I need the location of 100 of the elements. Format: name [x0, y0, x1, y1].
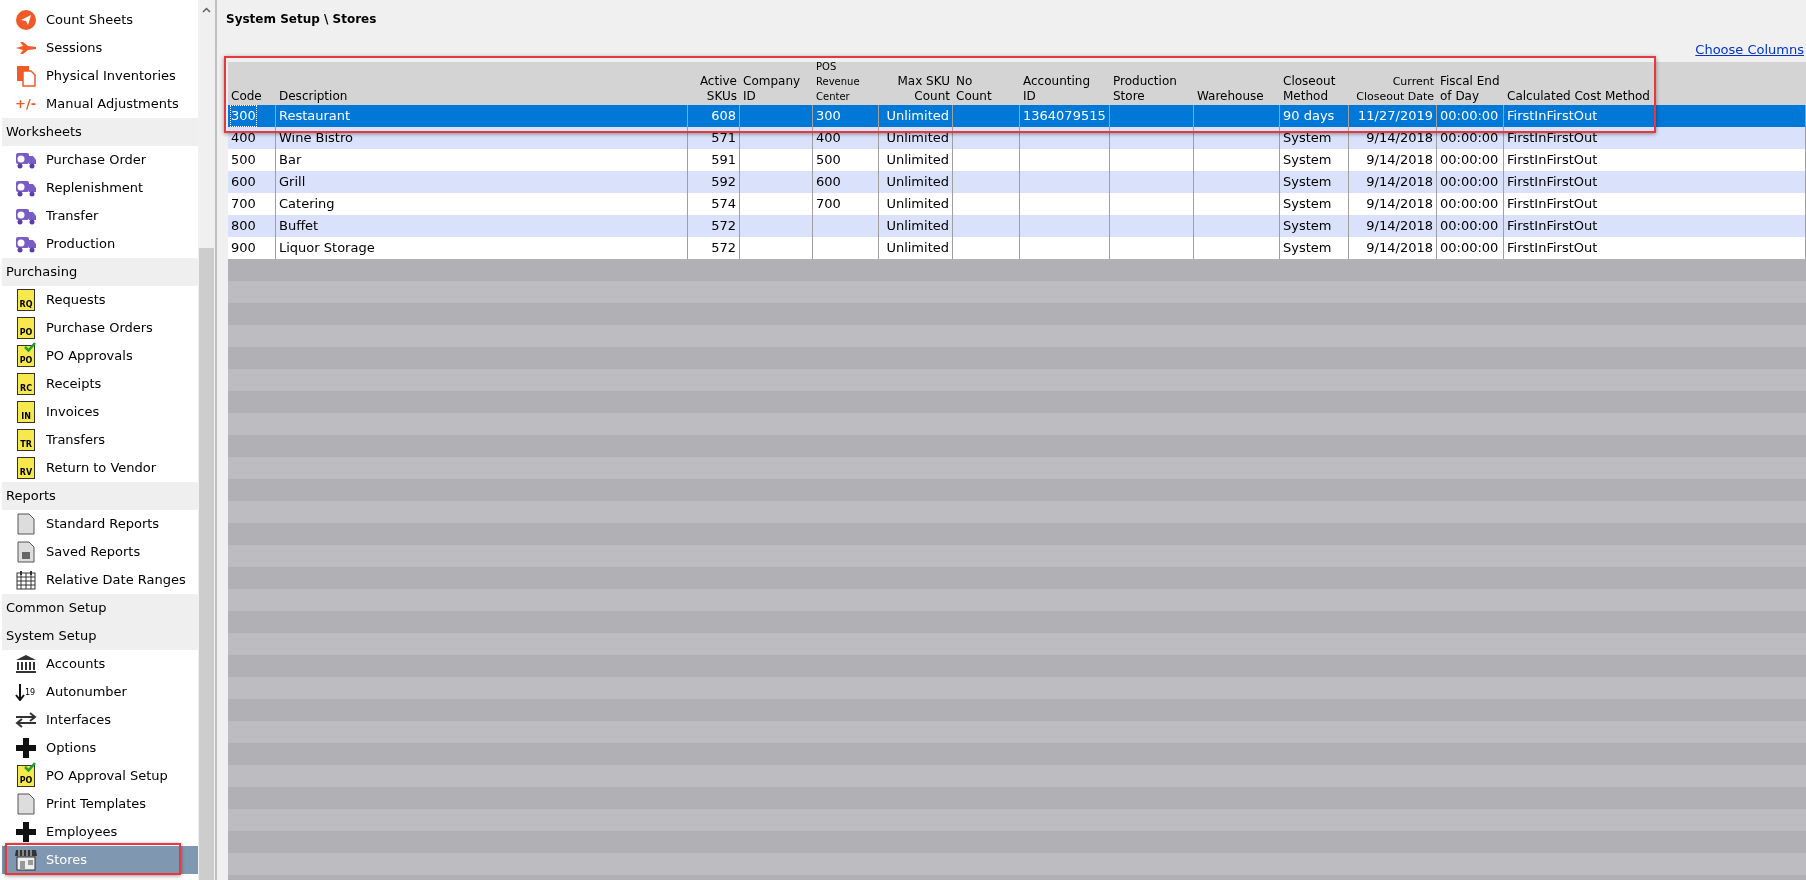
- table-cell-text: Unlimited: [886, 195, 949, 214]
- sidebar-item[interactable]: Transfer: [2, 202, 198, 230]
- column-header[interactable]: Closeout Method: [1280, 62, 1349, 105]
- table-cell-text: 9/14/2018: [1366, 173, 1433, 192]
- table-row[interactable]: 300 Restaurant 608 300 Unlimited 1364079515 90 days 11/27/2019 00:00:00 FirstInFirstOut: [228, 105, 1806, 127]
- column-header[interactable]: Active SKUs: [688, 62, 740, 105]
- table-cell-text: 400: [816, 129, 841, 148]
- report-icon: [17, 793, 35, 815]
- saved-report-icon: [17, 541, 35, 563]
- sidebar-item[interactable]: Standard Reports: [2, 510, 198, 538]
- column-header[interactable]: Warehouse: [1194, 62, 1280, 105]
- paper-plane-icon: [16, 10, 36, 30]
- table-row[interactable]: 900 Liquor Storage 572 Unlimited System 9/14/2018 00:00:00 FirstInFirstOut: [228, 237, 1806, 259]
- sidebar-item[interactable]: Replenishment: [2, 174, 198, 202]
- table-cell-text: FirstInFirstOut: [1507, 151, 1598, 170]
- table-row[interactable]: 400 Wine Bistro 571 400 Unlimited System 9/14/2018 00:00:00 FirstInFirstOut: [228, 127, 1806, 149]
- table-cell-text: FirstInFirstOut: [1507, 239, 1598, 258]
- column-header[interactable]: Description: [276, 62, 688, 105]
- document-icon: RC: [17, 373, 35, 395]
- table-cell-text: Buffet: [279, 217, 319, 236]
- truck-icon: [15, 207, 37, 225]
- table-cell-text: Restaurant: [279, 107, 351, 126]
- column-header[interactable]: Fiscal End of Day: [1437, 62, 1504, 105]
- table-cell-text: 90 days: [1283, 107, 1335, 126]
- column-header[interactable]: Production Store: [1110, 62, 1194, 105]
- table-cell-text: System: [1283, 129, 1332, 148]
- table-row[interactable]: 500 Bar 591 500 Unlimited System 9/14/2018 00:00:00 FirstInFirstOut: [228, 149, 1806, 171]
- table-cell-text: 700: [816, 195, 841, 214]
- sidebar-section-header[interactable]: System Setup: [2, 622, 198, 650]
- sidebar-item[interactable]: 19 Autonumber: [2, 678, 198, 706]
- sidebar-item[interactable]: Saved Reports: [2, 538, 198, 566]
- sidebar-item[interactable]: RC Receipts: [2, 370, 198, 398]
- sidebar-item[interactable]: Count Sheets: [2, 6, 198, 34]
- table-cell-text: 300: [816, 107, 841, 126]
- scroll-up-icon[interactable]: [202, 7, 211, 13]
- sidebar-item[interactable]: PO PO Approvals: [2, 342, 198, 370]
- sidebar-section-header[interactable]: Common Setup: [2, 594, 198, 622]
- table-cell-text: Bar: [279, 151, 302, 170]
- column-header[interactable]: Calculated Cost Method: [1504, 62, 1806, 105]
- truck-icon: [15, 151, 37, 169]
- plus-icon: [16, 822, 36, 842]
- sidebar-item[interactable]: RV Return to Vendor: [2, 454, 198, 482]
- sidebar-item[interactable]: Relative Date Ranges: [2, 566, 198, 594]
- table-cell-text: 592: [711, 173, 736, 192]
- column-header[interactable]: No Count: [953, 62, 1020, 105]
- table-cell-text: 9/14/2018: [1366, 217, 1433, 236]
- table-row[interactable]: 800 Buffet 572 Unlimited System 9/14/2018 00:00:00 FirstInFirstOut: [228, 215, 1806, 237]
- page-title: System Setup \ Stores: [225, 11, 378, 28]
- sidebar-item[interactable]: Sessions: [2, 34, 198, 62]
- documents-icon: [16, 65, 36, 87]
- table-cell-text: Unlimited: [886, 151, 949, 170]
- table-cell-text: 9/14/2018: [1366, 239, 1433, 258]
- table-row[interactable]: 600 Grill 592 600 Unlimited System 9/14/2018 00:00:00 FirstInFirstOut: [228, 171, 1806, 193]
- table-cell-text: Unlimited: [886, 129, 949, 148]
- column-header[interactable]: POS Revenue Center: [813, 62, 879, 105]
- table-cell-text: 500: [816, 151, 841, 170]
- calendar-icon: [16, 570, 36, 590]
- table-cell: 300: [231, 106, 256, 126]
- sidebar-item[interactable]: PO Purchase Orders: [2, 314, 198, 342]
- report-icon: [17, 513, 35, 535]
- table-cell-text: 608: [711, 107, 736, 126]
- choose-columns-link[interactable]: Choose Columns: [1695, 40, 1804, 60]
- table-cell-text: 800: [231, 217, 256, 236]
- table-cell-text: FirstInFirstOut: [1507, 195, 1598, 214]
- sidebar-item[interactable]: Interfaces: [2, 706, 198, 734]
- document-icon: IN: [17, 401, 35, 423]
- sidebar-item[interactable]: +/- Manual Adjustments: [2, 90, 198, 118]
- sidebar-item[interactable]: Physical Inventories: [2, 62, 198, 90]
- sidebar-section-header[interactable]: Purchasing: [2, 258, 198, 286]
- column-header[interactable]: Code: [228, 62, 276, 105]
- column-header[interactable]: Max SKU Count: [879, 62, 953, 105]
- table-cell-text: 500: [231, 151, 256, 170]
- sidebar-item[interactable]: TR Transfers: [2, 426, 198, 454]
- sidebar-section-header[interactable]: Worksheets: [2, 118, 198, 146]
- table-cell-text: 700: [231, 195, 256, 214]
- table-cell-text: Unlimited: [886, 173, 949, 192]
- table-cell-text: 00:00:00: [1440, 195, 1499, 214]
- table-cell-text: FirstInFirstOut: [1507, 217, 1598, 236]
- sidebar-item[interactable]: IN Invoices: [2, 398, 198, 426]
- column-header[interactable]: Company ID: [740, 62, 813, 105]
- column-header[interactable]: Accounting ID: [1020, 62, 1110, 105]
- table-cell-text: FirstInFirstOut: [1507, 107, 1598, 126]
- table-cell-text: 9/14/2018: [1366, 129, 1433, 148]
- sidebar-section-header[interactable]: Reports: [2, 482, 198, 510]
- sidebar-item[interactable]: Purchase Order: [2, 146, 198, 174]
- sidebar-item[interactable]: Production: [2, 230, 198, 258]
- table-cell-text: 600: [816, 173, 841, 192]
- sidebar-item[interactable]: RQ Requests: [2, 286, 198, 314]
- sidebar-item[interactable]: Employees: [2, 818, 198, 846]
- sidebar-item[interactable]: Options: [2, 734, 198, 762]
- sidebar-item[interactable]: PO PO Approval Setup: [2, 762, 198, 790]
- table-row[interactable]: 700 Catering 574 700 Unlimited System 9/14/2018 00:00:00 FirstInFirstOut: [228, 193, 1806, 215]
- table-cell-text: 574: [711, 195, 736, 214]
- approved-document-icon: PO: [17, 345, 35, 367]
- table-cell-text: 00:00:00: [1440, 217, 1499, 236]
- sidebar-item[interactable]: Print Templates: [2, 790, 198, 818]
- store-icon: [14, 849, 38, 871]
- table-cell-text: System: [1283, 239, 1332, 258]
- sidebar-item[interactable]: Accounts: [2, 650, 198, 678]
- column-header[interactable]: Current Closeout Date: [1349, 62, 1437, 105]
